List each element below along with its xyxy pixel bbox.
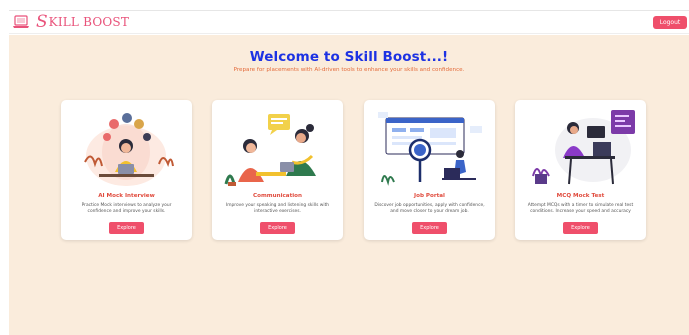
interview-illustration — [84, 113, 174, 186]
explore-button[interactable]: Explore — [260, 222, 295, 234]
card-title: Job Portal — [414, 193, 445, 199]
card-title: MCQ Mock Test — [556, 193, 605, 199]
card-job-portal: Job Portal Discover job opportunities, a… — [364, 100, 495, 240]
card-mcq-mock-test: MCQ Mock Test Attempt MCQs with a timer … — [515, 100, 646, 240]
page-subtitle: Prepare for placements with AI-driven to… — [233, 67, 465, 73]
card-description: Attempt MCQs with a timer to simulate re… — [527, 203, 634, 214]
explore-button[interactable]: Explore — [412, 222, 447, 234]
laptop-icon — [13, 15, 29, 28]
card-title: Communication — [253, 193, 302, 199]
card-ai-mock-interview: AI Mock Interview Practice Mock intervie… — [61, 100, 192, 240]
main-content: Welcome to Skill Boost...! Prepare for p… — [9, 35, 689, 335]
card-description: Improve your speaking and listening skil… — [225, 203, 330, 214]
explore-button[interactable]: Explore — [563, 222, 598, 234]
brand-logo[interactable]: S KILL BOOST — [12, 11, 130, 32]
card-description: Discover job opportunities, apply with c… — [374, 203, 485, 214]
brand-name: KILL BOOST — [48, 15, 130, 29]
card-title: AI Mock Interview — [98, 193, 155, 199]
brand-letter: S — [36, 11, 48, 32]
communication-illustration — [224, 114, 316, 186]
job-search-illustration — [378, 112, 482, 186]
logout-button[interactable]: Logout — [653, 16, 687, 29]
card-communication: Communication Improve your speaking and … — [212, 100, 343, 240]
card-description: Practice Mock interviews to analyze your… — [81, 203, 172, 214]
page-title: Welcome to Skill Boost...! — [249, 49, 449, 65]
developer-desk-illustration — [532, 110, 635, 185]
explore-button[interactable]: Explore — [109, 222, 144, 234]
navbar: S KILL BOOST Logout — [9, 10, 689, 34]
